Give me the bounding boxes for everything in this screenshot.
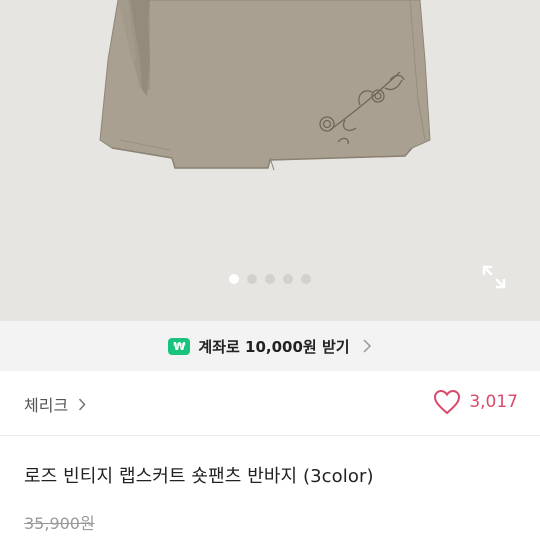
product-image-gallery[interactable] (0, 0, 540, 321)
carousel-dot[interactable] (229, 274, 239, 284)
product-title: 로즈 빈티지 랩스커트 숏팬츠 반바지 (3color) (24, 466, 374, 487)
shop-name: 체리크 (24, 396, 69, 415)
shop-link[interactable]: 체리크 (24, 392, 86, 416)
heart-outline-icon (434, 389, 461, 415)
shop-row: 체리크 3,017 (0, 371, 540, 436)
account-promo-banner[interactable]: ₩ 계좌로 10,000원 받기 (0, 321, 540, 371)
carousel-pagination (0, 274, 540, 286)
expand-arrows-icon[interactable] (480, 263, 508, 291)
like-count: 3,017 (469, 392, 518, 412)
carousel-dot[interactable] (265, 274, 275, 284)
chevron-right-icon (79, 397, 86, 411)
like-button[interactable]: 3,017 (433, 389, 518, 415)
original-price: 35,900원 (24, 514, 95, 533)
carousel-dot[interactable] (247, 274, 257, 284)
carousel-dot[interactable] (301, 274, 311, 284)
product-photo (99, 0, 431, 171)
carousel-dot[interactable] (283, 274, 293, 284)
chevron-right-icon (363, 339, 371, 353)
promo-text: 계좌로 10,000원 받기 (198, 337, 350, 356)
won-badge-icon: ₩ (168, 337, 191, 355)
